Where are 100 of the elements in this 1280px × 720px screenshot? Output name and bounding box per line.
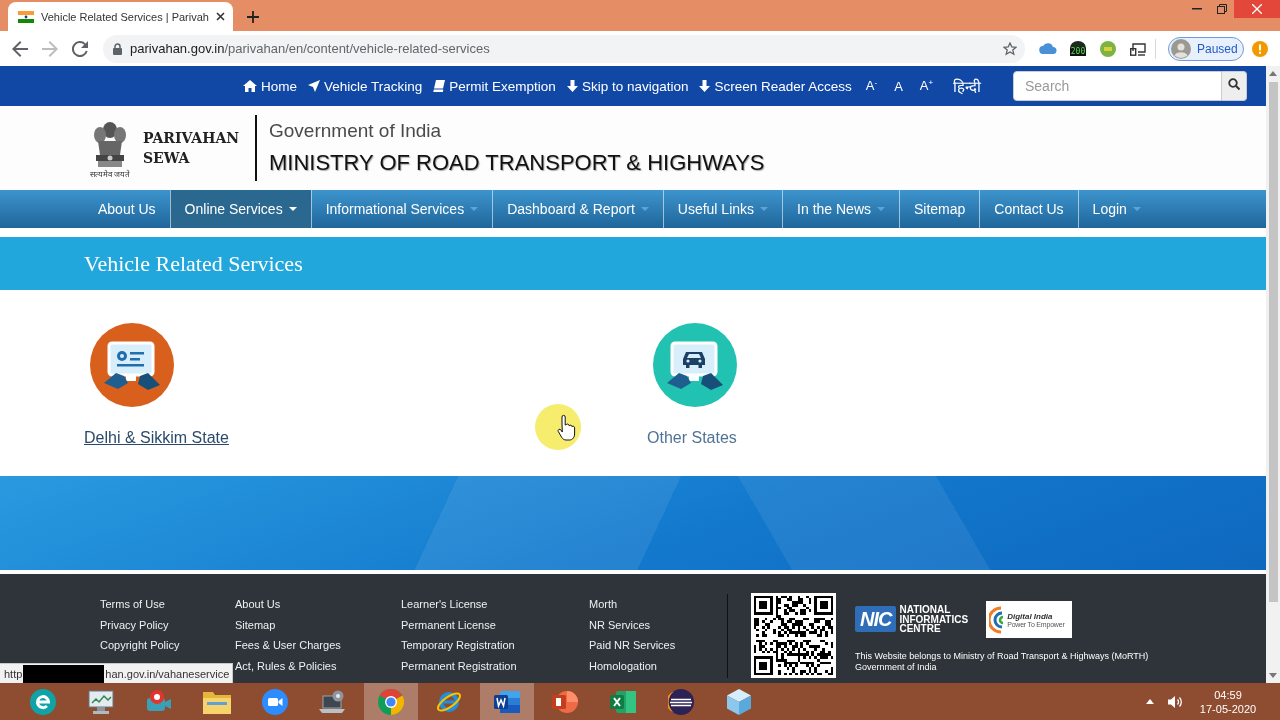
back-arrow-icon[interactable] — [12, 40, 28, 57]
clock-time: 04:59 — [1214, 687, 1242, 702]
extension-badge: 200 — [1069, 48, 1087, 56]
status-url-text: han.gov.in/vahaneservice — [105, 667, 230, 680]
cube-icon[interactable] — [727, 688, 751, 715]
scrollbar-thumb[interactable] — [1268, 82, 1278, 602]
avatar-icon — [1171, 38, 1191, 59]
browser-icon[interactable] — [378, 688, 404, 715]
scroll-down-icon[interactable] — [1269, 673, 1277, 678]
minimize-icon[interactable] — [1191, 8, 1202, 10]
e-logo-icon[interactable] — [30, 688, 56, 715]
emblem-motto: सत्यमेव जयते — [89, 169, 131, 179]
nav-menu-item[interactable]: Online Services — [169, 190, 311, 228]
cast-icon[interactable] — [1130, 41, 1146, 56]
top-link[interactable]: Home — [243, 78, 297, 94]
search-icon — [1228, 78, 1240, 90]
footer-link[interactable]: Terms of Use — [100, 594, 235, 615]
top-link[interactable]: Permit Exemption — [433, 78, 556, 94]
spreadsheet-icon[interactable] — [610, 689, 636, 714]
language-link[interactable]: हिन्दी — [953, 76, 982, 96]
font-size-button[interactable]: A$^{-}$ — [862, 78, 881, 94]
footer-link[interactable]: Fees & User Charges — [235, 635, 401, 656]
location-arrow-icon — [308, 80, 320, 92]
home-icon — [243, 80, 257, 92]
search-button[interactable] — [1222, 71, 1247, 101]
profile-button[interactable]: Paused — [1168, 36, 1244, 61]
nav-menu-item[interactable]: Dashboard & Report — [492, 190, 663, 228]
swirl-icon — [989, 605, 1006, 634]
footer-link[interactable]: Permanent Registration — [401, 655, 589, 676]
nic-logo-name: NATIONAL INFORMATICS CENTRE — [899, 605, 969, 634]
extension-icon[interactable] — [1070, 41, 1086, 48]
footer-link[interactable]: Paid NR Services — [589, 635, 727, 656]
flag-icon — [18, 10, 34, 23]
service-link[interactable]: Other States — [647, 429, 737, 447]
url-text: parivahan.gov.in/parivahan/en/content/vehicle-related-services — [130, 41, 491, 56]
browser-tab[interactable]: Vehicle Related Services | Parivah — [8, 2, 233, 31]
ownership-note: This Website belongs to Ministry of Road Transport & Highways (MoRTH) — [855, 651, 1149, 662]
ownership-note: Government of India — [855, 662, 938, 673]
font-size-button[interactable]: A$^{+}$ — [916, 78, 937, 94]
footer-link[interactable]: Copyright Policy — [100, 635, 235, 656]
footer-link[interactable]: Permanent License — [401, 614, 589, 635]
document-icon[interactable] — [494, 689, 520, 714]
ministry-title: MINISTRY OF ROAD TRANSPORT & HIGHWAYS — [269, 150, 765, 176]
footer-link[interactable]: Learner's License — [401, 594, 589, 615]
striped-sphere-icon[interactable] — [668, 688, 694, 715]
scroll-up-icon[interactable] — [1269, 71, 1277, 76]
footer-link[interactable]: About Us — [235, 594, 401, 615]
new-tab-icon[interactable] — [247, 10, 259, 23]
footer-link[interactable]: NR Services — [589, 614, 727, 635]
footer-link[interactable]: Act, Rules & Policies — [235, 655, 401, 676]
nav-menu-item[interactable]: Sitemap — [899, 190, 980, 228]
nav-menu-item[interactable]: Login — [1077, 190, 1155, 228]
monitor-chart-icon[interactable] — [88, 689, 114, 714]
brand-name: SEWA — [143, 149, 191, 168]
footer-link[interactable]: Morth — [589, 594, 727, 615]
nic-logo-mark: NIC — [855, 606, 897, 633]
footer-link[interactable]: Homologation — [589, 655, 727, 676]
reload-icon[interactable] — [72, 40, 88, 57]
folder-icon[interactable] — [203, 689, 231, 714]
footer-link[interactable]: Sitemap — [235, 614, 401, 635]
lock-icon — [113, 42, 122, 55]
address-bar[interactable]: parivahan.gov.in/parivahan/en/content/vehicle-related-services — [103, 34, 1025, 63]
scrollbar[interactable] — [1266, 66, 1280, 683]
search-field[interactable]: Search — [1013, 71, 1222, 101]
taskbar-button[interactable] — [480, 683, 534, 720]
down-arrow-icon — [699, 80, 711, 92]
window-close-button[interactable] — [1234, 0, 1280, 18]
video-camera-icon[interactable] — [262, 688, 288, 715]
top-link[interactable]: Skip to navigation — [566, 78, 689, 94]
footer-link[interactable]: Privacy Policy — [100, 614, 235, 635]
restore-icon[interactable] — [1216, 4, 1227, 14]
logo-name: Digital India — [1007, 611, 1054, 621]
pointer-cursor-icon — [535, 404, 581, 450]
down-arrow-icon — [566, 80, 578, 92]
presentation-icon[interactable] — [552, 689, 578, 714]
nav-menu-item[interactable]: In the News — [782, 190, 899, 228]
nav-menu-item[interactable]: About Us — [84, 190, 170, 228]
nav-menu-item[interactable]: Informational Services — [310, 190, 493, 228]
volume-icon[interactable] — [1168, 694, 1183, 709]
page-title: Vehicle Related Services — [84, 250, 303, 277]
book-icon — [433, 80, 446, 92]
font-size-button[interactable]: A — [891, 78, 906, 94]
taskbar-button[interactable] — [364, 683, 418, 720]
service-link[interactable]: Delhi & Sikkim State — [84, 429, 229, 447]
cloud-icon[interactable] — [1039, 43, 1057, 54]
nav-menu-item[interactable]: Useful Links — [662, 190, 783, 228]
government-label: Government of India — [269, 120, 443, 142]
close-icon — [1252, 4, 1262, 14]
clock-date: 17-05-2020 — [1199, 701, 1257, 716]
footer-link[interactable]: Temporary Registration — [401, 635, 589, 656]
close-icon[interactable] — [215, 12, 225, 21]
laptop-gear-icon[interactable] — [319, 689, 347, 714]
tray-expand-icon[interactable] — [1146, 699, 1154, 704]
top-link[interactable]: Screen Reader Access — [699, 78, 852, 94]
nav-menu-item[interactable]: Contact Us — [979, 190, 1078, 228]
brand-name: PARIVAHAN — [143, 129, 241, 148]
bookmark-star-icon[interactable] — [1003, 41, 1017, 56]
top-link[interactable]: Vehicle Tracking — [308, 78, 423, 94]
emblem-icon — [92, 121, 128, 167]
status-url-text: http — [4, 667, 23, 680]
